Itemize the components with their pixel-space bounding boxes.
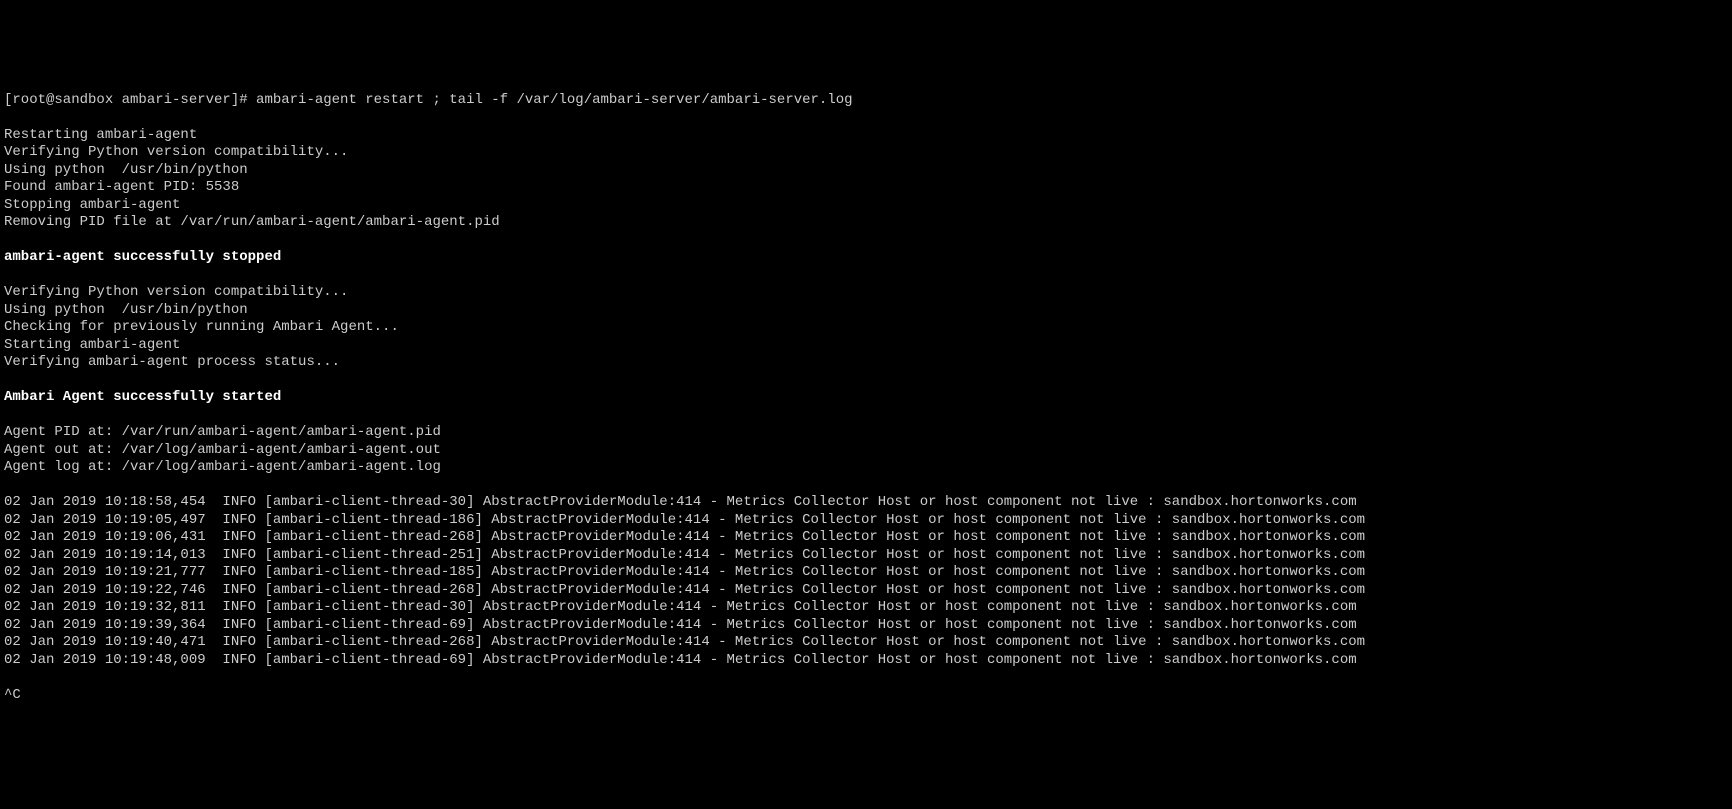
output-line: Found ambari-agent PID: 5538 <box>4 179 1728 197</box>
interrupt-signal: ^C <box>4 687 1728 705</box>
log-entry: 02 Jan 2019 10:19:32,811 INFO [ambari-cl… <box>4 599 1728 617</box>
log-entry: 02 Jan 2019 10:19:14,013 INFO [ambari-cl… <box>4 547 1728 565</box>
log-entry: 02 Jan 2019 10:19:48,009 INFO [ambari-cl… <box>4 652 1728 670</box>
output-line: Agent log at: /var/log/ambari-agent/amba… <box>4 459 1728 477</box>
output-line: Agent PID at: /var/run/ambari-agent/amba… <box>4 424 1728 442</box>
command-prompt-line: [root@sandbox ambari-server]# ambari-age… <box>4 92 1728 110</box>
output-line: Removing PID file at /var/run/ambari-age… <box>4 214 1728 232</box>
log-entry: 02 Jan 2019 10:19:05,497 INFO [ambari-cl… <box>4 512 1728 530</box>
output-line: Stopping ambari-agent <box>4 197 1728 215</box>
output-line: Verifying ambari-agent process status... <box>4 354 1728 372</box>
log-entry: 02 Jan 2019 10:19:39,364 INFO [ambari-cl… <box>4 617 1728 635</box>
log-entry: 02 Jan 2019 10:19:22,746 INFO [ambari-cl… <box>4 582 1728 600</box>
log-entry: 02 Jan 2019 10:19:06,431 INFO [ambari-cl… <box>4 529 1728 547</box>
output-line: Agent out at: /var/log/ambari-agent/amba… <box>4 442 1728 460</box>
log-entry: 02 Jan 2019 10:19:21,777 INFO [ambari-cl… <box>4 564 1728 582</box>
output-line: Checking for previously running Ambari A… <box>4 319 1728 337</box>
output-line: Using python /usr/bin/python <box>4 162 1728 180</box>
log-entry: 02 Jan 2019 10:18:58,454 INFO [ambari-cl… <box>4 494 1728 512</box>
output-line: Restarting ambari-agent <box>4 127 1728 145</box>
agent-stopped-message: ambari-agent successfully stopped <box>4 249 1728 267</box>
output-line: Verifying Python version compatibility..… <box>4 284 1728 302</box>
output-line: Verifying Python version compatibility..… <box>4 144 1728 162</box>
agent-started-message: Ambari Agent successfully started <box>4 389 1728 407</box>
output-line: Using python /usr/bin/python <box>4 302 1728 320</box>
terminal-output[interactable]: [root@sandbox ambari-server]# ambari-age… <box>4 74 1728 722</box>
output-line: Starting ambari-agent <box>4 337 1728 355</box>
log-entry: 02 Jan 2019 10:19:40,471 INFO [ambari-cl… <box>4 634 1728 652</box>
